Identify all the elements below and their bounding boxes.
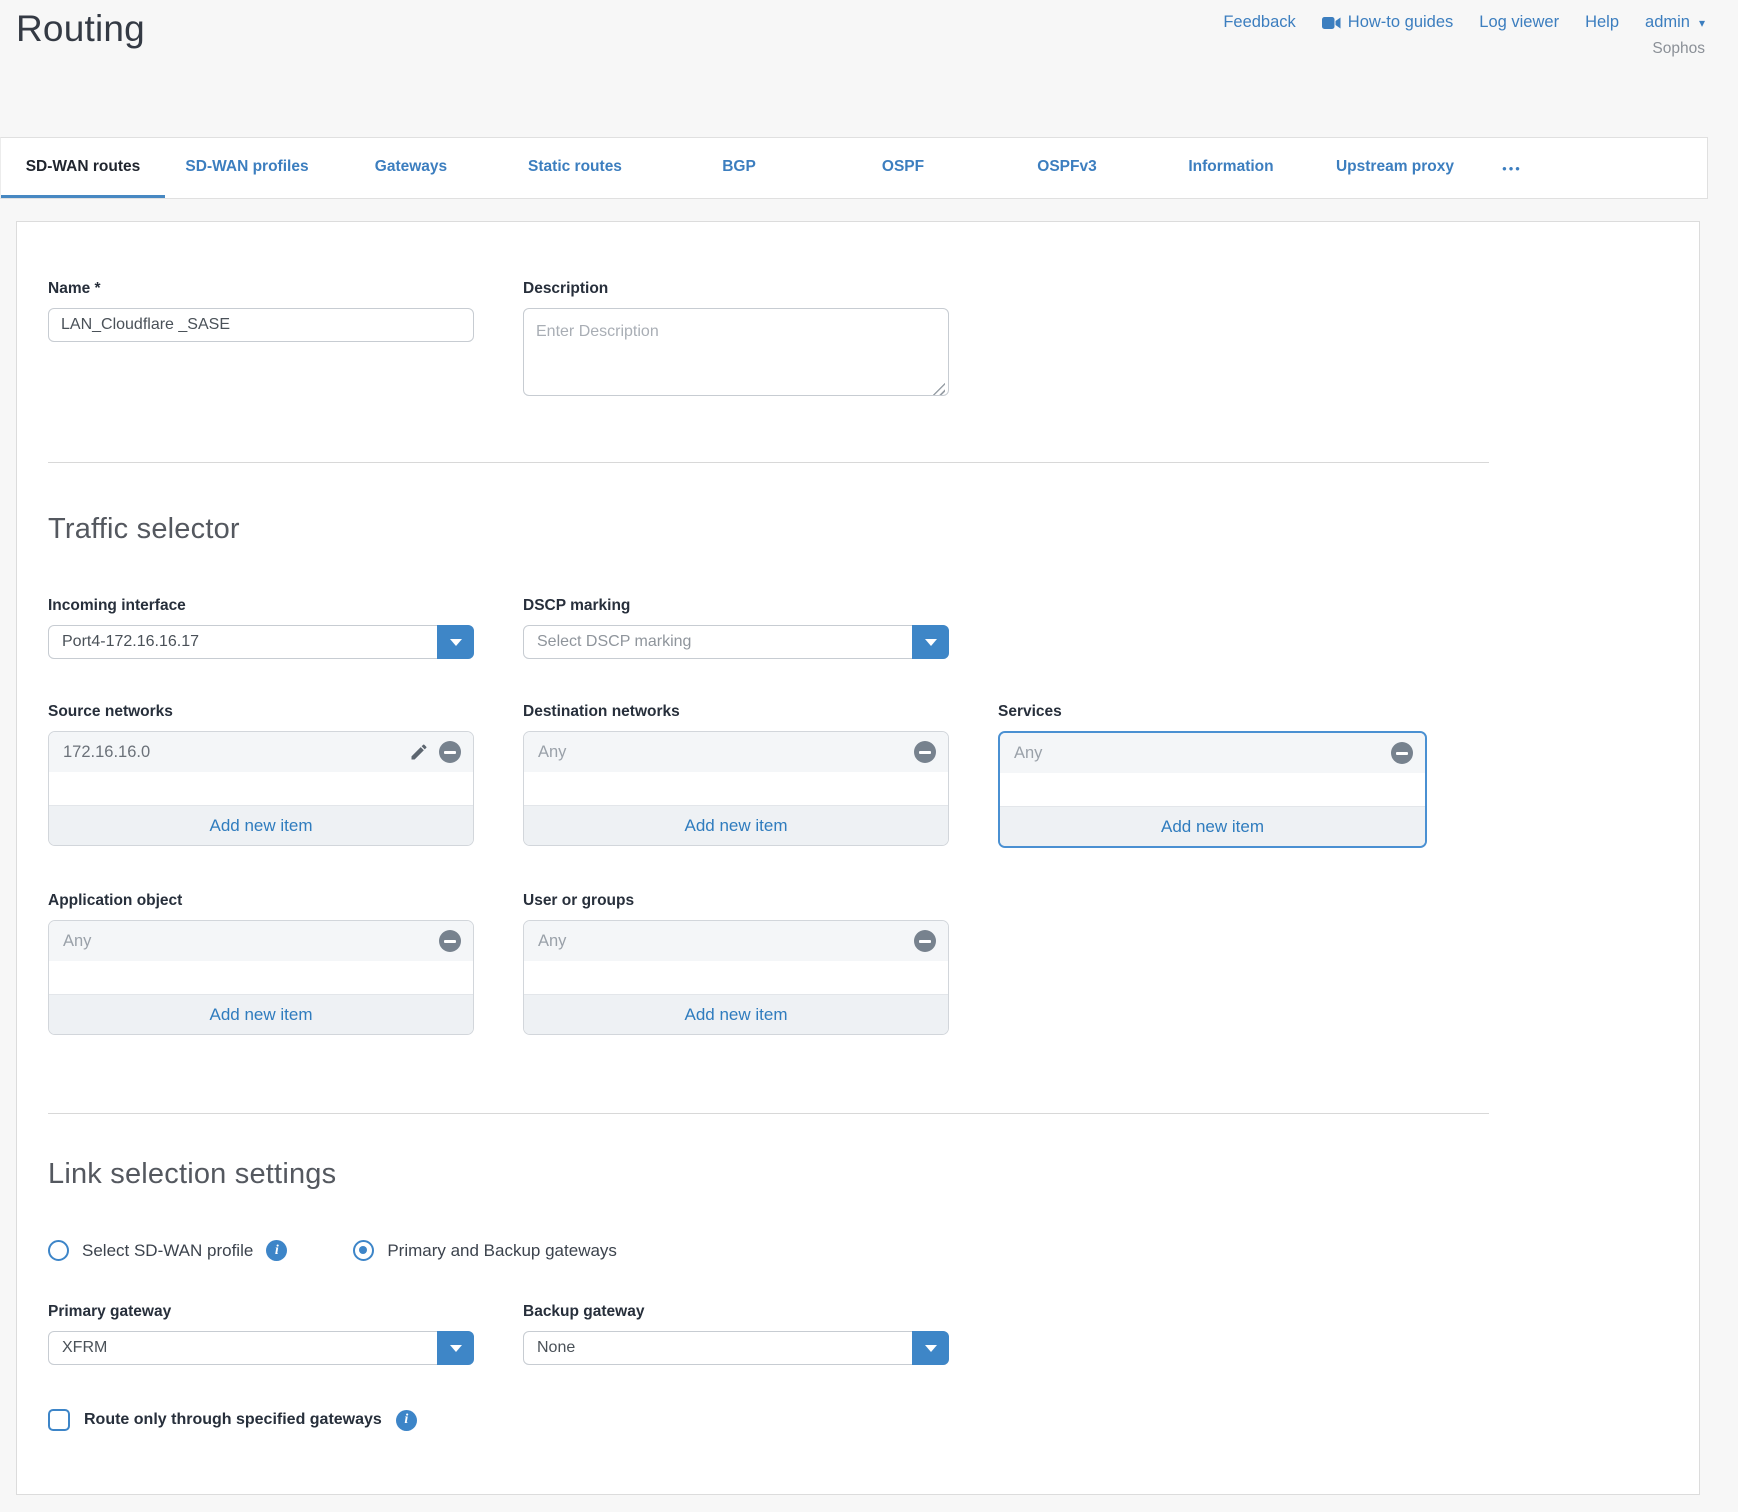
remove-item-icon[interactable] <box>914 930 936 952</box>
dropdown-button[interactable] <box>437 625 474 659</box>
destination-networks-label: Destination networks <box>523 703 949 723</box>
dscp-marking-select[interactable]: Select DSCP marking <box>523 625 949 659</box>
radio-primary-backup-gateways[interactable] <box>353 1240 374 1261</box>
section-divider <box>48 1113 1489 1114</box>
tab-bar: SD-WAN routes SD-WAN profiles Gateways S… <box>0 137 1708 199</box>
add-new-item-button[interactable]: Add new item <box>49 805 473 845</box>
radio-label-primary-backup: Primary and Backup gateways <box>387 1241 617 1261</box>
dropdown-button[interactable] <box>912 1331 949 1365</box>
sdwan-route-form-panel: Name * Description Traffic selector Inco… <box>16 221 1700 1495</box>
chevron-down-icon <box>450 1345 462 1352</box>
feedback-link[interactable]: Feedback <box>1223 13 1295 32</box>
list-item: Any <box>1000 733 1425 773</box>
backup-gateway-select[interactable]: None <box>523 1331 949 1365</box>
services-label: Services <box>998 703 1427 723</box>
description-textarea[interactable] <box>523 308 949 396</box>
tab-static-routes[interactable]: Static routes <box>493 138 657 198</box>
chevron-down-icon <box>450 639 462 646</box>
radio-select-sdwan-profile[interactable] <box>48 1240 69 1261</box>
add-new-item-button[interactable]: Add new item <box>524 805 948 845</box>
services-listbox: Any Add new item <box>998 731 1427 848</box>
backup-gateway-label: Backup gateway <box>523 1303 949 1323</box>
route-only-checkbox[interactable] <box>48 1409 70 1431</box>
application-object-listbox: Any Add new item <box>48 920 474 1035</box>
page-header: Routing Feedback How-to guides Log viewe… <box>0 0 1738 137</box>
edit-icon[interactable] <box>409 742 429 762</box>
help-link[interactable]: Help <box>1585 13 1619 32</box>
video-camera-icon <box>1322 16 1341 30</box>
chevron-down-icon <box>925 639 937 646</box>
remove-item-icon[interactable] <box>439 741 461 763</box>
source-networks-label: Source networks <box>48 703 474 723</box>
tab-gateways[interactable]: Gateways <box>329 138 493 198</box>
description-label: Description <box>523 280 949 300</box>
name-label: Name * <box>48 280 474 300</box>
tab-ospf[interactable]: OSPF <box>821 138 985 198</box>
source-networks-listbox: 172.16.16.0 Add new item <box>48 731 474 846</box>
destination-networks-listbox: Any Add new item <box>523 731 949 846</box>
user-or-groups-label: User or groups <box>523 892 949 912</box>
radio-label-sdwan-profile: Select SD-WAN profile <box>82 1241 253 1261</box>
brand-label: Sophos <box>1652 40 1705 58</box>
tab-ospfv3[interactable]: OSPFv3 <box>985 138 1149 198</box>
user-or-groups-listbox: Any Add new item <box>523 920 949 1035</box>
log-viewer-link[interactable]: Log viewer <box>1479 13 1559 32</box>
list-item: Any <box>524 732 948 772</box>
route-only-label: Route only through specified gateways <box>84 1411 382 1429</box>
primary-gateway-label: Primary gateway <box>48 1303 474 1323</box>
remove-item-icon[interactable] <box>439 930 461 952</box>
add-new-item-button[interactable]: Add new item <box>524 994 948 1034</box>
tab-upstream-proxy[interactable]: Upstream proxy <box>1313 138 1477 198</box>
dropdown-button[interactable] <box>912 625 949 659</box>
tab-bgp[interactable]: BGP <box>657 138 821 198</box>
dropdown-button[interactable] <box>437 1331 474 1365</box>
add-new-item-button[interactable]: Add new item <box>1000 806 1425 846</box>
incoming-interface-select[interactable]: Port4-172.16.16.17 <box>48 625 474 659</box>
chevron-down-icon <box>925 1345 937 1352</box>
info-icon[interactable]: i <box>396 1410 417 1431</box>
tab-sdwan-routes[interactable]: SD-WAN routes <box>1 138 165 198</box>
dscp-marking-label: DSCP marking <box>523 597 949 617</box>
more-tabs-button[interactable]: ••• <box>1477 138 1547 198</box>
tab-information[interactable]: Information <box>1149 138 1313 198</box>
incoming-interface-label: Incoming interface <box>48 597 474 617</box>
link-selection-heading: Link selection settings <box>48 1156 1668 1192</box>
application-object-label: Application object <box>48 892 474 912</box>
list-item: Any <box>49 921 473 961</box>
info-icon[interactable]: i <box>266 1240 287 1261</box>
chevron-down-icon: ▾ <box>1699 16 1705 30</box>
list-item: Any <box>524 921 948 961</box>
name-input[interactable] <box>48 308 474 342</box>
page-title: Routing <box>16 8 145 50</box>
traffic-selector-heading: Traffic selector <box>48 511 1668 547</box>
remove-item-icon[interactable] <box>1391 742 1413 764</box>
tab-sdwan-profiles[interactable]: SD-WAN profiles <box>165 138 329 198</box>
section-divider <box>48 462 1489 463</box>
admin-menu[interactable]: admin ▾ <box>1645 13 1705 32</box>
primary-gateway-select[interactable]: XFRM <box>48 1331 474 1365</box>
howto-guides-link[interactable]: How-to guides <box>1322 13 1453 32</box>
add-new-item-button[interactable]: Add new item <box>49 994 473 1034</box>
remove-item-icon[interactable] <box>914 741 936 763</box>
list-item: 172.16.16.0 <box>49 732 473 772</box>
